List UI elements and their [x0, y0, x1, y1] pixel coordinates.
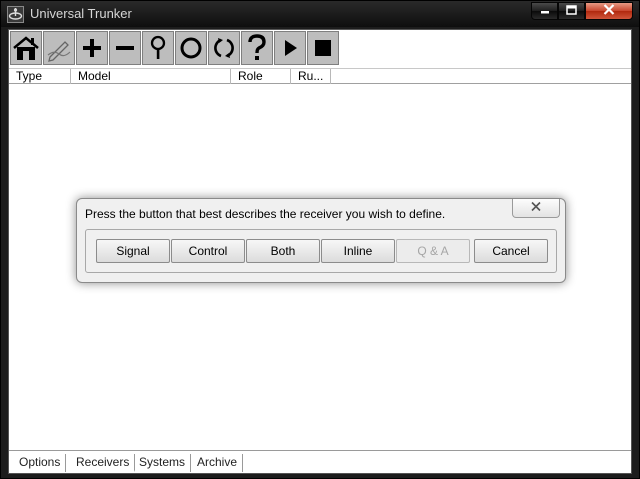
control-button[interactable]: Control: [171, 239, 245, 263]
list-header: Type Model Role Ru...: [9, 68, 631, 84]
help-tool-button[interactable]: [241, 31, 273, 65]
dialog-button-row: Signal Control Both Inline Q & A Cancel: [85, 229, 557, 273]
close-icon: [603, 4, 615, 18]
stop-tool-button[interactable]: [307, 31, 339, 65]
toolbar: [9, 30, 631, 68]
column-header-type[interactable]: Type: [9, 69, 71, 84]
play-icon: [279, 37, 301, 59]
add-tool-button[interactable]: [76, 31, 108, 65]
tab-archive[interactable]: Archive: [192, 454, 244, 472]
both-button[interactable]: Both: [246, 239, 320, 263]
column-header-model[interactable]: Model: [71, 69, 231, 84]
stop-icon: [312, 37, 334, 59]
tab-systems[interactable]: Systems: [134, 454, 192, 472]
home-icon: [11, 33, 41, 63]
plus-icon: [80, 36, 104, 60]
tab-options[interactable]: Options: [14, 454, 67, 472]
window-title: Universal Trunker: [30, 6, 132, 21]
refresh-icon: [211, 35, 237, 61]
minimize-icon: [540, 4, 550, 18]
minus-icon: [113, 36, 137, 60]
circle-icon: [178, 35, 204, 61]
refresh-tool-button[interactable]: [208, 31, 240, 65]
receiver-type-dialog: Press the button that best describes the…: [76, 198, 566, 283]
dialog-close-button[interactable]: [512, 199, 560, 218]
app-icon: [7, 6, 24, 23]
maximize-button[interactable]: [558, 2, 585, 20]
maximize-icon: [566, 4, 577, 18]
tab-bar: Options Receivers Systems Archive: [9, 450, 631, 473]
home-tool-button[interactable]: [10, 31, 42, 65]
cancel-button[interactable]: Cancel: [474, 239, 548, 263]
signal-button[interactable]: Signal: [96, 239, 170, 263]
play-tool-button[interactable]: [274, 31, 306, 65]
circle-tool-button[interactable]: [175, 31, 207, 65]
qa-button: Q & A: [396, 239, 470, 263]
help-icon: [245, 33, 269, 63]
edit-icon: [45, 34, 73, 62]
edit-tool-button[interactable]: [43, 31, 75, 65]
magnifier-icon: [145, 34, 171, 62]
app-window: Universal Trunker Type Model Role Ru... …: [0, 0, 640, 479]
close-icon: [530, 201, 542, 215]
inline-button[interactable]: Inline: [321, 239, 395, 263]
tab-receivers[interactable]: Receivers: [71, 454, 136, 472]
column-header-role[interactable]: Role: [231, 69, 291, 84]
remove-tool-button[interactable]: [109, 31, 141, 65]
title-bar[interactable]: Universal Trunker: [1, 1, 639, 27]
search-tool-button[interactable]: [142, 31, 174, 65]
column-header-ru[interactable]: Ru...: [291, 69, 331, 84]
dialog-message: Press the button that best describes the…: [85, 207, 446, 221]
minimize-button[interactable]: [531, 2, 558, 20]
close-button[interactable]: [585, 2, 633, 20]
